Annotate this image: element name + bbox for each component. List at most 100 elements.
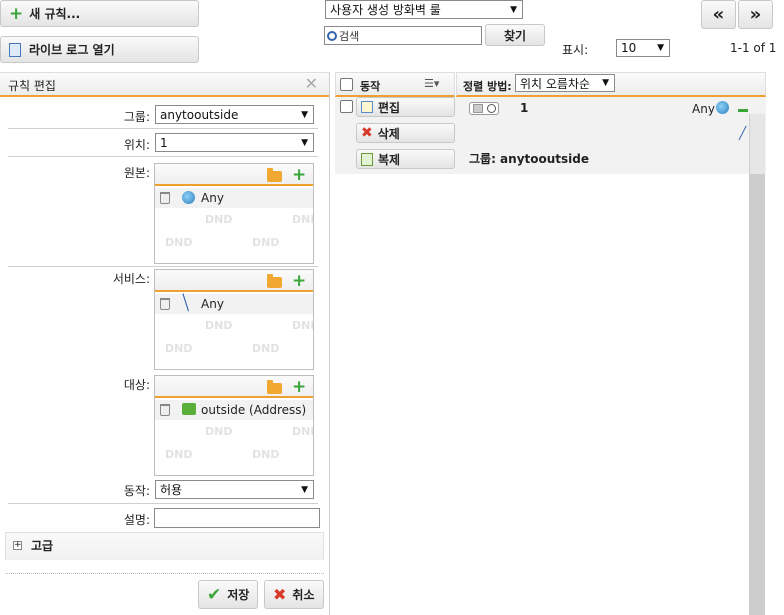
list-item[interactable]: ╱ Any [155, 294, 313, 314]
chevron-down-icon: ▼ [657, 43, 664, 53]
scrollbar-thumb[interactable] [750, 174, 765, 615]
show-label: 표시: [562, 43, 589, 57]
source-label: 원본: [123, 166, 150, 180]
rule-number: 1 [520, 101, 529, 115]
destination-list-box[interactable]: + outside (Address) DND DND DND DND [154, 375, 314, 476]
dnd-placeholder: DND [205, 425, 233, 438]
destination-item-label: outside (Address) [201, 403, 307, 417]
rule-source: Any [692, 102, 715, 116]
rule-group: 그룹: anytooutside [469, 152, 590, 166]
expand-icon[interactable]: + [13, 541, 22, 550]
edit-panel-border [329, 72, 330, 615]
edit-panel-header: 규칙 편집 ✕ [0, 72, 330, 97]
address-icon [182, 403, 196, 415]
description-input[interactable] [154, 508, 320, 528]
list-item[interactable]: Any [155, 188, 313, 208]
live-log-button[interactable]: 라이브 로그 열기 [0, 36, 199, 63]
destination-label: 대상: [123, 378, 150, 392]
live-log-label: 라이브 로그 열기 [29, 43, 115, 57]
advanced-section[interactable]: + 고급 [5, 532, 324, 560]
search-input[interactable]: 검색 [324, 26, 482, 45]
chevron-down-icon: ▼ [602, 78, 609, 88]
source-box-toolbar: + [155, 164, 313, 186]
dnd-placeholder: DND [252, 236, 280, 249]
service-label: 서비스: [112, 272, 150, 286]
service-item-label: Any [201, 297, 224, 311]
dnd-placeholder: DND [165, 448, 193, 461]
folder-icon[interactable] [267, 274, 282, 288]
add-icon[interactable]: + [292, 379, 306, 396]
divider [8, 128, 318, 129]
trash-icon[interactable] [160, 192, 170, 204]
next-page-button[interactable]: » [738, 0, 773, 29]
find-button[interactable]: 찾기 [485, 24, 545, 46]
dnd-placeholder: DND [252, 342, 280, 355]
group-label: 그룹: [123, 110, 150, 124]
action-select[interactable]: 허용 ▼ [155, 480, 314, 499]
edit-button[interactable]: 편집 [356, 97, 455, 117]
globe-icon [182, 191, 195, 204]
search-icon [327, 30, 337, 41]
dnd-placeholder: DND [292, 425, 313, 438]
dnd-placeholder: DND [165, 236, 193, 249]
position-label: 위치: [123, 138, 150, 152]
position-select[interactable]: 1 ▼ [155, 133, 314, 152]
copy-button[interactable]: 복제 [356, 149, 455, 169]
sort-select[interactable]: 위치 오름차순 ▼ [515, 74, 615, 92]
folder-icon[interactable] [267, 380, 282, 394]
close-icon[interactable]: ✕ [305, 74, 318, 93]
trash-icon[interactable] [160, 298, 170, 310]
dnd-placeholder: DND [165, 342, 193, 355]
chevron-down-icon: ▼ [301, 484, 308, 495]
description-label: 설명: [123, 513, 150, 527]
select-all-checkbox[interactable] [340, 78, 353, 91]
chevron-down-icon: ▼ [301, 109, 308, 120]
column-menu-icon[interactable]: ☰▾ [424, 77, 439, 90]
list-item[interactable]: outside (Address) [155, 400, 313, 420]
sort-label: 정렬 방법: [463, 80, 512, 93]
service-list-box[interactable]: + ╱ Any DND DND DND DND [154, 269, 314, 370]
dnd-placeholder: DND [205, 213, 233, 226]
footer-divider [5, 573, 324, 574]
divider [8, 156, 318, 157]
wrench-icon: ╱ [177, 294, 195, 312]
toggle-circle [487, 104, 496, 113]
page-info: 1-1 of 1 [730, 41, 777, 55]
log-icon [9, 42, 21, 57]
add-icon[interactable]: + [292, 167, 306, 184]
cancel-button[interactable]: ✖ 취소 [264, 580, 324, 609]
x-icon: ✖ [361, 125, 373, 141]
divider [8, 503, 318, 504]
globe-icon [716, 101, 729, 114]
rule-filter-select[interactable]: 사용자 생성 방화벽 룰 ▼ [325, 0, 523, 19]
toggle-switch[interactable] [469, 102, 499, 115]
add-icon[interactable]: + [292, 273, 306, 290]
copy-icon [361, 152, 373, 166]
new-rule-label: 새 규칙... [29, 7, 81, 21]
trash-icon[interactable] [160, 404, 170, 416]
dnd-placeholder: DND [205, 319, 233, 332]
folder-icon[interactable] [267, 168, 282, 182]
wrench-icon: ╱ [739, 126, 747, 140]
x-icon: ✖ [273, 585, 287, 604]
action-label: 동작: [123, 484, 150, 498]
action-header: 동작 [360, 80, 381, 93]
group-select[interactable]: anytooutside ▼ [155, 105, 314, 124]
divider [8, 266, 318, 267]
list-header-action: 동작 ☰▾ [335, 72, 455, 97]
rule-checkbox[interactable] [340, 100, 353, 113]
dnd-placeholder: DND [292, 213, 313, 226]
edit-icon [361, 101, 373, 113]
new-rule-button[interactable]: + 새 규칙... [0, 0, 199, 27]
source-list-box[interactable]: + Any DND DND DND DND [154, 163, 314, 264]
prev-page-button[interactable]: « [701, 0, 736, 29]
dnd-placeholder: DND [252, 448, 280, 461]
show-count-select[interactable]: 10 ▼ [616, 39, 670, 57]
allow-indicator-icon [738, 109, 748, 112]
plus-icon: + [9, 3, 24, 24]
chevron-down-icon: ▼ [301, 137, 308, 148]
delete-button[interactable]: ✖ 삭제 [356, 123, 455, 143]
save-button[interactable]: ✔ 저장 [198, 580, 258, 609]
edit-panel-title: 규칙 편집 [8, 79, 56, 93]
service-box-toolbar: + [155, 270, 313, 292]
